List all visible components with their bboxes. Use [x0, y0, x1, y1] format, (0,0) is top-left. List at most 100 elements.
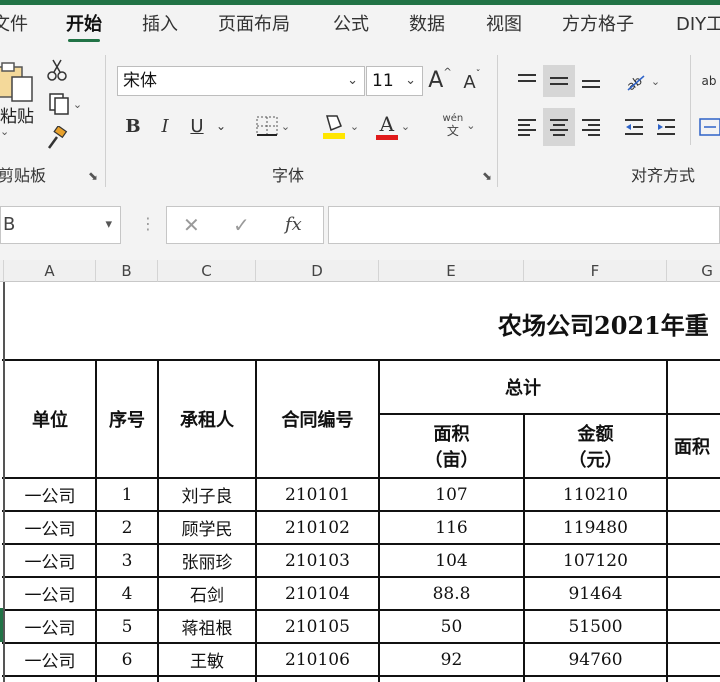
wrap-text-button[interactable]: ab: [698, 65, 720, 97]
align-center-button[interactable]: [543, 108, 575, 146]
font-color-button[interactable]: A ⌄: [370, 109, 416, 143]
decrease-indent-button[interactable]: [620, 111, 648, 143]
column-header-g[interactable]: G: [667, 260, 720, 282]
cell-tenant[interactable]: 顾学民: [158, 511, 256, 544]
cell-tenant[interactable]: 王敏: [158, 643, 256, 676]
cell-amount[interactable]: 91464: [524, 577, 667, 610]
tab-diy-tools[interactable]: DIY工: [676, 5, 720, 45]
header-unit[interactable]: 单位: [4, 360, 96, 478]
cell-seq[interactable]: 4: [96, 577, 158, 610]
fill-color-button[interactable]: ⌄: [316, 109, 364, 143]
cell-area[interactable]: 50: [379, 610, 524, 643]
cell-seq[interactable]: 2: [96, 511, 158, 544]
bold-button[interactable]: B: [120, 111, 146, 141]
font-launcher-icon[interactable]: ⬊: [482, 169, 492, 183]
cell-unit[interactable]: 一公司: [4, 577, 96, 610]
column-header-d[interactable]: D: [256, 260, 379, 282]
border-button[interactable]: ⌄: [249, 111, 297, 141]
cell-unit[interactable]: 一公司: [4, 544, 96, 577]
sheet-title-cell[interactable]: 农场公司2021年重: [498, 288, 720, 358]
header-contract[interactable]: 合同编号: [256, 360, 379, 478]
phonetic-guide-button[interactable]: wén 文 ⌄: [432, 107, 486, 143]
underline-dropdown-icon[interactable]: ⌄: [212, 111, 230, 141]
cell-area[interactable]: 104: [379, 544, 524, 577]
tab-fangfang-gezi[interactable]: 方方格子: [562, 5, 634, 45]
cell-unit[interactable]: 一公司: [4, 643, 96, 676]
cell-tenant[interactable]: 石剑: [158, 577, 256, 610]
cell-tenant[interactable]: 蒋祖根: [158, 610, 256, 643]
cancel-icon[interactable]: ✕: [183, 207, 200, 243]
column-header-f[interactable]: F: [524, 260, 667, 282]
paste-button[interactable]: [0, 55, 36, 105]
font-size-select[interactable]: 11 ⌄: [366, 66, 423, 96]
underline-button[interactable]: U: [184, 111, 210, 141]
cell-seq[interactable]: 1: [96, 478, 158, 511]
tab-home[interactable]: 开始: [66, 5, 102, 45]
cell-seq[interactable]: 5: [96, 610, 158, 643]
cell-unit[interactable]: 一公司: [4, 478, 96, 511]
cell-area[interactable]: 116: [379, 511, 524, 544]
merge-center-button[interactable]: [698, 111, 720, 143]
tab-view[interactable]: 视图: [486, 5, 522, 45]
cell-contract[interactable]: 210104: [256, 577, 379, 610]
column-header-c[interactable]: C: [158, 260, 256, 282]
header-total[interactable]: 总计: [379, 360, 667, 414]
align-top-icon: [518, 74, 536, 82]
cell-amount[interactable]: 107120: [524, 544, 667, 577]
cell-unit[interactable]: 一公司: [4, 610, 96, 643]
cell-area[interactable]: 107: [379, 478, 524, 511]
column-header-b[interactable]: B: [96, 260, 158, 282]
cell-unit[interactable]: 一公司: [4, 511, 96, 544]
align-left-button[interactable]: [512, 111, 542, 143]
cell-contract[interactable]: 210102: [256, 511, 379, 544]
cell-amount[interactable]: 94760: [524, 643, 667, 676]
grow-font-button[interactable]: A ^: [427, 65, 453, 95]
cut-button[interactable]: [44, 57, 70, 83]
tab-insert[interactable]: 插入: [142, 5, 178, 45]
orientation-button[interactable]: ab ⌄: [618, 65, 666, 97]
cell-area[interactable]: 88.8: [379, 577, 524, 610]
increase-indent-button[interactable]: [652, 111, 680, 143]
formula-input[interactable]: [328, 206, 720, 244]
header-seq[interactable]: 序号: [96, 360, 158, 478]
cell-contract[interactable]: 210105: [256, 610, 379, 643]
cell-amount[interactable]: 119480: [524, 511, 667, 544]
align-bottom-button[interactable]: [576, 65, 606, 97]
cell-seq[interactable]: 3: [96, 544, 158, 577]
tab-formulas[interactable]: 公式: [333, 5, 369, 45]
clipboard-launcher-icon[interactable]: ⬊: [88, 169, 98, 183]
tab-file[interactable]: 文件: [0, 5, 28, 45]
font-name-select[interactable]: 宋体 ⌄: [117, 66, 365, 96]
insert-function-icon[interactable]: fx: [285, 207, 302, 243]
cell-tenant[interactable]: 刘子良: [158, 478, 256, 511]
cell-tenant[interactable]: 张丽珍: [158, 544, 256, 577]
cell-amount[interactable]: 51500: [524, 610, 667, 643]
copy-button[interactable]: ⌄: [42, 91, 88, 117]
cell-contract[interactable]: 210101: [256, 478, 379, 511]
header-area-partial[interactable]: 面积: [667, 414, 717, 478]
copy-dropdown-icon[interactable]: ⌄: [73, 98, 82, 111]
shrink-font-button[interactable]: Aˇ: [459, 67, 485, 97]
tab-page-layout[interactable]: 页面布局: [218, 5, 290, 45]
align-middle-button[interactable]: [543, 65, 575, 97]
enter-icon[interactable]: ✓: [233, 207, 250, 243]
cell-contract[interactable]: 210106: [256, 643, 379, 676]
header-amount[interactable]: 金额 （元）: [524, 414, 667, 478]
align-right-button[interactable]: [576, 111, 606, 143]
align-top-button[interactable]: [512, 65, 542, 97]
column-header-a[interactable]: A: [4, 260, 96, 282]
format-painter-button[interactable]: [44, 125, 70, 151]
header-area[interactable]: 面积 （亩）: [379, 414, 524, 478]
paste-dropdown-icon[interactable]: ⌄: [0, 125, 9, 138]
italic-button[interactable]: I: [152, 111, 178, 141]
column-header-e[interactable]: E: [379, 260, 524, 282]
cell-area[interactable]: 92: [379, 643, 524, 676]
worksheet-grid[interactable]: A B C D E F G 农场公司2021年重 单位 序号 承租人 合同编号 …: [0, 260, 720, 682]
cell-seq[interactable]: 6: [96, 643, 158, 676]
more-options-icon[interactable]: ⋮: [140, 214, 156, 233]
header-tenant[interactable]: 承租人: [158, 360, 256, 478]
name-box[interactable]: B ▾: [0, 206, 121, 244]
tab-data[interactable]: 数据: [409, 5, 445, 45]
cell-amount[interactable]: 110210: [524, 478, 667, 511]
cell-contract[interactable]: 210103: [256, 544, 379, 577]
